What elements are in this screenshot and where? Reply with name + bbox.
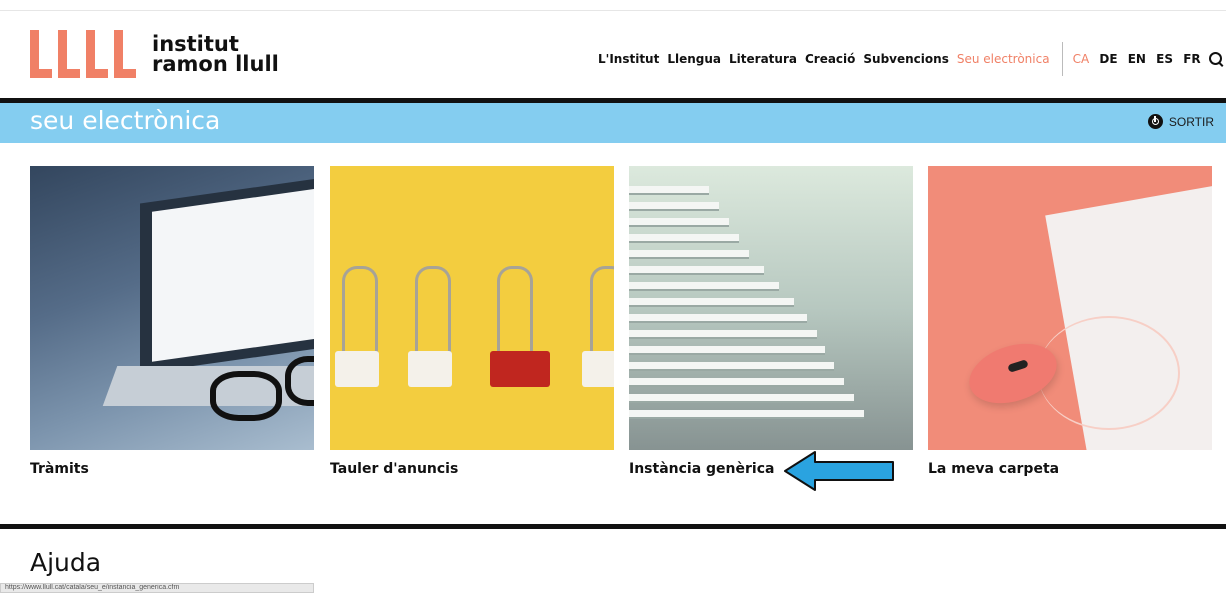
card-tramits[interactable]: Tràmits	[30, 166, 314, 477]
top-divider	[0, 10, 1226, 11]
card-tauler-anuncis[interactable]: Tauler d'anuncis	[330, 166, 614, 477]
left-arrow-icon	[784, 451, 894, 491]
card-instancia-generica[interactable]: Instància genèrica	[629, 166, 913, 477]
lang-ca[interactable]: CA	[1073, 52, 1090, 66]
card-label[interactable]: Tràmits	[30, 461, 314, 477]
section-banner: seu electrònica SORTIR	[0, 103, 1226, 143]
banner-title: seu electrònica	[30, 106, 221, 135]
logo-mark-icon	[30, 30, 136, 78]
logo-line1: institut	[152, 32, 239, 56]
card-label[interactable]: La meva carpeta	[928, 461, 1212, 477]
laptop-image[interactable]	[30, 166, 314, 450]
language-switcher: CA DE EN ES FR	[1073, 52, 1207, 66]
help-heading: Ajuda	[30, 548, 102, 577]
folder-mouse-image[interactable]	[928, 166, 1212, 450]
nav-item-subvencions[interactable]: Subvencions	[863, 52, 948, 66]
lang-fr[interactable]: FR	[1183, 52, 1200, 66]
lang-de[interactable]: DE	[1099, 52, 1117, 66]
lang-es[interactable]: ES	[1156, 52, 1173, 66]
card-label[interactable]: Tauler d'anuncis	[330, 461, 614, 477]
nav-item-literatura[interactable]: Literatura	[729, 52, 797, 66]
nav-item-institut[interactable]: L'Institut	[598, 52, 659, 66]
nav-separator	[1061, 42, 1063, 76]
site-logo[interactable]: institut ramon llull	[30, 28, 279, 80]
nav-item-creacio[interactable]: Creació	[805, 52, 855, 66]
section-divider	[0, 524, 1226, 529]
binder-clips-image[interactable]	[330, 166, 614, 450]
logout-button[interactable]: SORTIR	[1147, 114, 1214, 129]
power-icon	[1147, 114, 1163, 129]
main-nav: L'Institut Llengua Literatura Creació Su…	[598, 42, 1222, 76]
card-la-meva-carpeta[interactable]: La meva carpeta	[928, 166, 1212, 477]
paper-stack-image[interactable]	[629, 166, 913, 450]
nav-item-seu-electronica[interactable]: Seu electrònica	[957, 52, 1050, 66]
logout-label: SORTIR	[1168, 114, 1214, 129]
logo-line2: ramon llull	[152, 52, 279, 76]
search-icon[interactable]	[1208, 51, 1222, 65]
status-bar-url: https://www.llull.cat/catala/seu_e/insta…	[0, 583, 314, 593]
logo-text: institut ramon llull	[152, 32, 279, 76]
lang-en[interactable]: EN	[1128, 52, 1146, 66]
nav-item-llengua[interactable]: Llengua	[667, 52, 721, 66]
